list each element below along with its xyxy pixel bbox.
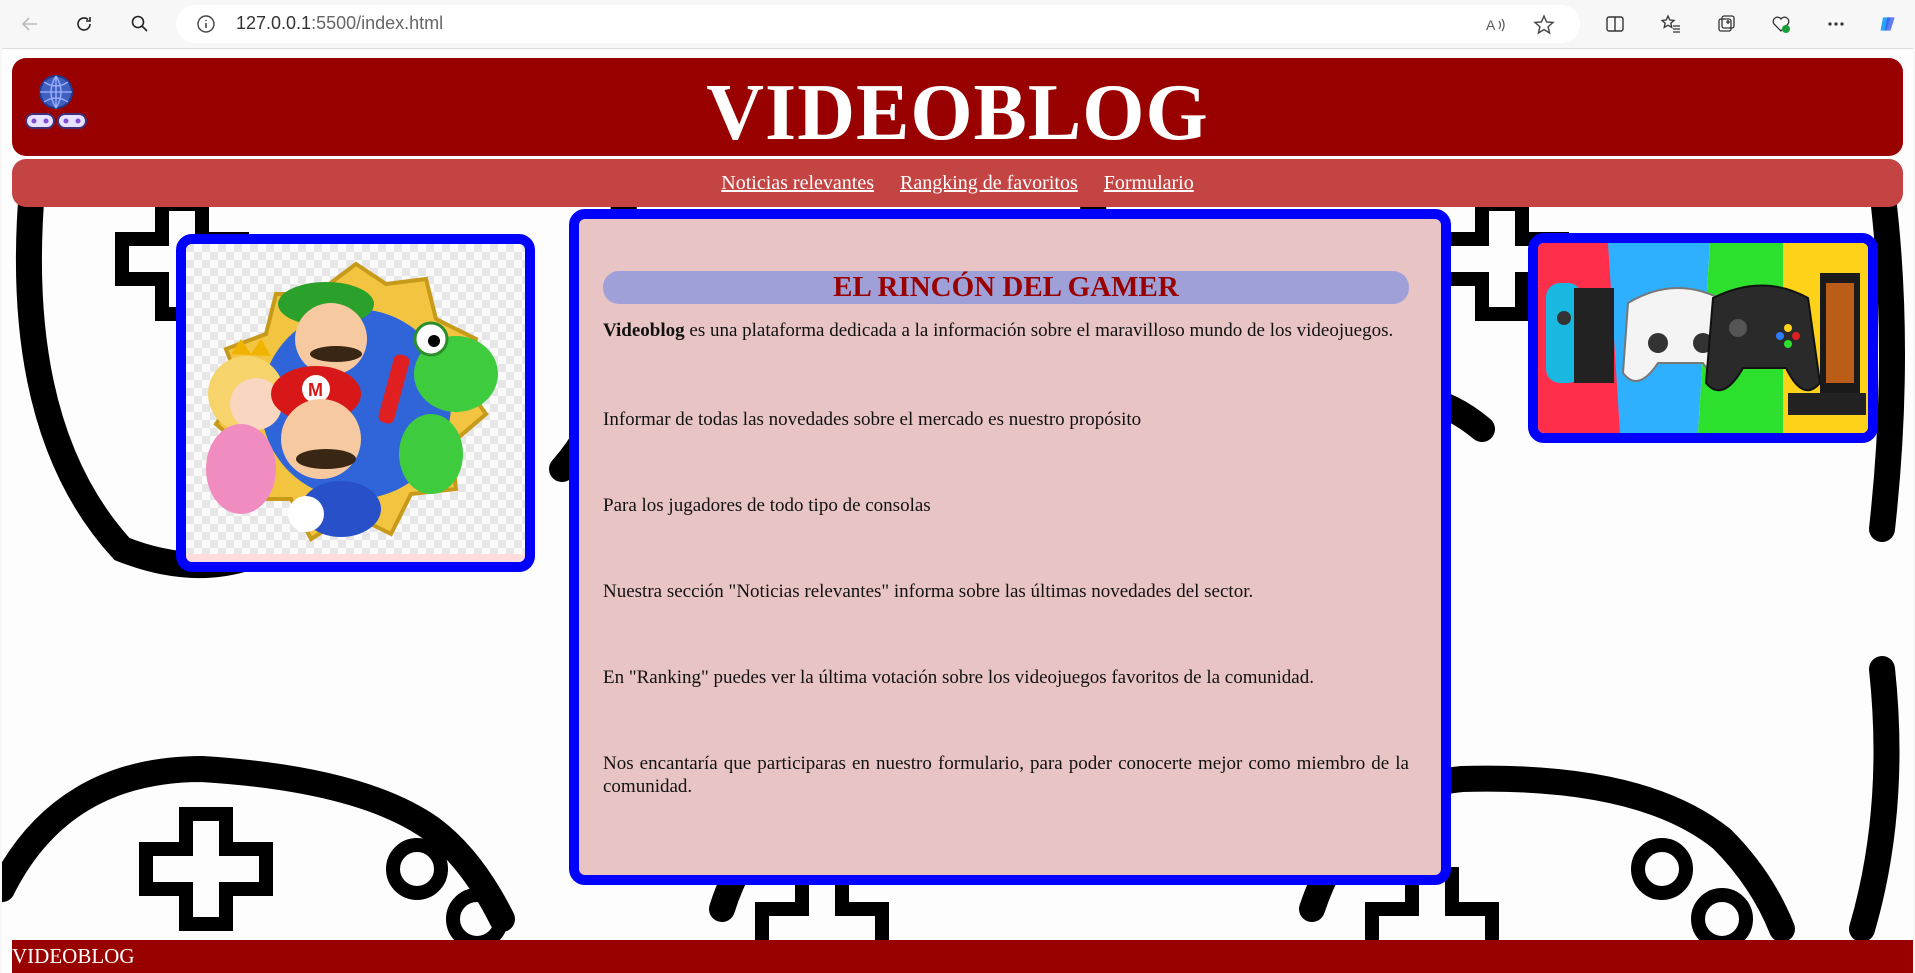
reload-button[interactable] — [68, 8, 100, 40]
main-heading: EL RINCÓN DEL GAMER — [603, 271, 1409, 304]
paragraph-3: Nuestra sección "Noticias relevantes" in… — [603, 581, 1254, 602]
paragraph-4: En "Ranking" puedes ver la última votaci… — [603, 667, 1314, 688]
mario-characters-illustration: M — [186, 244, 525, 554]
nav-link-ranking[interactable]: Rangking de favoritos — [900, 159, 1078, 207]
search-icon — [131, 15, 148, 32]
footer-text: VIDEOBLOG — [12, 944, 135, 968]
copilot-button[interactable] — [1874, 10, 1902, 38]
search-button[interactable] — [124, 8, 156, 40]
site-header: VIDEOBLOG — [12, 58, 1903, 157]
split-screen-icon — [1606, 16, 1624, 32]
split-screen-button[interactable] — [1601, 10, 1629, 38]
svg-text:M: M — [308, 380, 323, 400]
favorites-button[interactable] — [1657, 10, 1685, 38]
intro-paragraph: Videoblog es una plataforma dedicada a l… — [603, 319, 1409, 342]
intro-bold: Videoblog — [603, 320, 685, 341]
mario-characters-image: M — [176, 234, 535, 572]
paragraph-5: Nos encantaría que participaras en nuest… — [603, 753, 1409, 797]
read-aloud-icon[interactable]: A — [1484, 14, 1506, 36]
svg-text:A: A — [1486, 17, 1496, 33]
nav-link-noticias[interactable]: Noticias relevantes — [721, 159, 874, 207]
intro-text: es una plataforma dedicada a la informac… — [684, 320, 1394, 341]
back-button[interactable] — [14, 8, 46, 40]
browser-essentials-button[interactable] — [1767, 10, 1795, 38]
page-viewport: VIDEOBLOG Noticias relevantes Rangking d… — [2, 48, 1913, 973]
copilot-icon — [1880, 17, 1895, 31]
address-bar[interactable]: 127.0.0.1:5500/index.html A — [176, 5, 1580, 43]
reload-icon — [77, 17, 91, 31]
heart-pulse-icon — [1772, 16, 1790, 33]
main-nav: Noticias relevantes Rangking de favorito… — [12, 159, 1903, 207]
collections-button[interactable] — [1712, 10, 1740, 38]
more-menu-button[interactable] — [1822, 10, 1850, 38]
more-dots-icon — [1828, 22, 1844, 26]
paragraph-2: Para los jugadores de todo tipo de conso… — [603, 495, 931, 516]
main-content-box: EL RINCÓN DEL GAMER Videoblog es una pla… — [569, 209, 1451, 885]
favorite-star-icon[interactable] — [1533, 14, 1555, 36]
url-text[interactable]: 127.0.0.1:5500/index.html — [236, 13, 443, 34]
consoles-image — [1528, 233, 1878, 443]
collections-icon — [1718, 15, 1735, 32]
site-title: VIDEOBLOG — [706, 69, 1209, 157]
favorites-list-icon — [1661, 14, 1680, 33]
consoles-illustration — [1538, 243, 1868, 433]
url-host: 127.0.0.1 — [236, 13, 312, 33]
info-icon[interactable] — [196, 14, 216, 34]
browser-toolbar: 127.0.0.1:5500/index.html A — [0, 0, 1915, 48]
back-arrow-icon — [21, 17, 37, 31]
url-path: :5500/index.html — [311, 13, 444, 33]
site-footer: VIDEOBLOG — [12, 940, 1913, 973]
nav-link-formulario[interactable]: Formulario — [1104, 159, 1194, 207]
paragraph-1: Informar de todas las novedades sobre el… — [603, 409, 1142, 430]
